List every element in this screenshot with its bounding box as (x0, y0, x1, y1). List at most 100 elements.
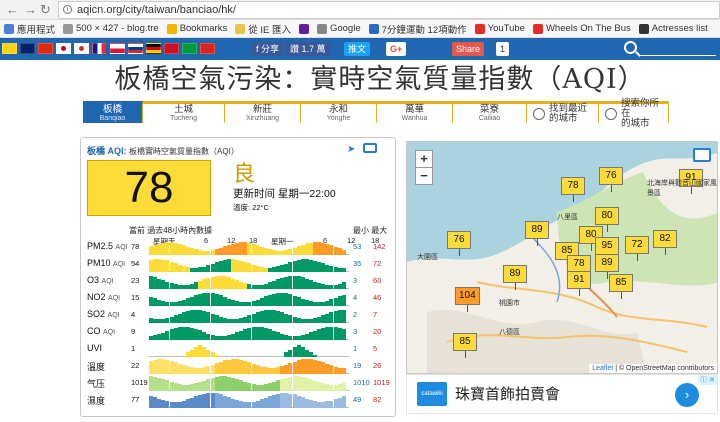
info-icon[interactable]: i (63, 5, 72, 14)
search-icon[interactable] (624, 41, 637, 54)
bookmark-label: Actresses list (651, 23, 708, 34)
tab-city[interactable]: 菜寮 Cailiao (453, 101, 527, 123)
tab-city[interactable]: 新莊 Xinzhuang (225, 101, 301, 123)
bookmark-item[interactable]: 7分鐘運動 12項動作 (368, 22, 467, 36)
tab-city-name: 永和 (328, 104, 348, 115)
pollutant-max: 5 (373, 344, 378, 353)
pollutant-graph[interactable] (149, 343, 349, 357)
bookmark-item[interactable]: YouTube (474, 23, 525, 34)
tab-search-city[interactable]: 搜索你所在 的城市 (599, 97, 669, 128)
aqi-marker[interactable]: 72 (625, 236, 649, 261)
pollutant-graph[interactable] (149, 393, 349, 408)
panel-city[interactable]: 板橋 (87, 146, 105, 156)
facebook-share-button[interactable]: f 分享 (252, 42, 284, 56)
bookmark-item[interactable]: Bookmarks (166, 23, 227, 34)
reload-icon[interactable]: ↻ (40, 2, 51, 18)
flag-icon[interactable] (74, 43, 89, 54)
flag-icon[interactable] (164, 43, 179, 54)
aqi-marker[interactable]: 85 (609, 274, 633, 299)
share-button[interactable]: Share (452, 42, 485, 56)
tab-city-name: 板橋 (102, 104, 122, 115)
aqi-marker[interactable]: 76 (447, 231, 471, 256)
aqi-marker[interactable]: 82 (653, 230, 677, 255)
zoom-in-button[interactable]: + (415, 150, 433, 168)
tweet-button[interactable]: 推文 (344, 42, 371, 56)
bookmark-label: Wheels On The Bus (545, 23, 631, 34)
pollutant-graph[interactable] (149, 376, 349, 391)
tab-city-sub: Xinzhuang (245, 115, 280, 122)
url-field[interactable]: i aqicn.org/city/taiwan/banciao/hk/ (58, 1, 720, 19)
aqi-marker[interactable]: 89 (525, 221, 549, 246)
pollutant-name: SO2 AQI (87, 309, 120, 319)
bookmark-item[interactable]: 500 × 427 - blog.tre (63, 23, 159, 34)
bookmark-item[interactable]: Actresses list (638, 23, 708, 34)
bookmark-label: 應用程式 (17, 24, 56, 36)
window-icon[interactable] (363, 143, 377, 153)
bookmark-item[interactable] (298, 23, 309, 34)
aqi-marker[interactable]: 95 (595, 237, 619, 262)
ad-banner[interactable]: catawiki 珠寶首飾拍賣會 › ⓘ ✕ (406, 374, 718, 414)
pollutant-graph[interactable] (149, 241, 349, 255)
ad-text[interactable]: 珠寶首飾拍賣會 (455, 383, 560, 404)
aqi-marker[interactable]: 104 (455, 287, 480, 312)
bookmark-label: 從 IE 匯入 (248, 24, 291, 36)
zoom-out-button[interactable]: − (415, 167, 433, 185)
bookmark-item[interactable]: 從 IE 匯入 (235, 22, 291, 36)
pollutant-graph[interactable] (149, 309, 349, 323)
aqi-marker[interactable]: 78 (561, 177, 585, 202)
pollutant-graph[interactable] (149, 292, 349, 306)
pollutant-min: 4 (353, 293, 358, 302)
aqi-marker[interactable]: 80 (595, 207, 619, 232)
flag-icon[interactable] (2, 43, 17, 54)
search-input[interactable] (640, 55, 716, 56)
aqi-marker[interactable]: 89 (595, 254, 619, 279)
ad-choices-icon[interactable]: ⓘ ✕ (698, 375, 717, 385)
flag-icon[interactable] (146, 43, 161, 54)
pollutant-min: 1 (353, 344, 358, 353)
graph-bar (341, 310, 346, 323)
aqi-map[interactable]: + − 78 76 91 80 76 89 85 80 95 82 72 78 89 89 91 85 104 8… (406, 141, 718, 374)
tab-city[interactable]: 土城 Tucheng (143, 101, 225, 123)
pollutant-graph[interactable] (149, 258, 349, 272)
flag-icon[interactable] (200, 43, 215, 54)
pollutant-max: 7 (373, 310, 378, 319)
flag-icon[interactable] (110, 43, 125, 54)
pollutant-name: PM10 AQI (87, 258, 125, 268)
share-icon[interactable]: ➤ (347, 144, 355, 155)
aqi-marker[interactable]: 89 (503, 265, 527, 290)
pollutant-graph[interactable] (149, 359, 349, 374)
pollutant-graph[interactable] (149, 326, 349, 340)
youtube-icon (532, 23, 543, 34)
tab-city[interactable]: 永和 Yonghe (301, 101, 377, 123)
bookmark-item[interactable]: Wheels On The Bus (532, 23, 631, 34)
flag-icon[interactable] (182, 43, 197, 54)
flag-icon[interactable] (20, 43, 35, 54)
layers-icon[interactable] (693, 148, 711, 162)
bookmark-item[interactable]: 應用程式 (4, 22, 55, 36)
page-icon (63, 23, 74, 34)
back-arrow-icon[interactable]: ← (6, 2, 19, 17)
tab-city-name: 萬華 (404, 104, 424, 115)
tab-search-city-line: 搜索你所在 (621, 97, 660, 119)
pollutant-unit: AQI (108, 295, 121, 302)
flag-icon[interactable] (92, 43, 107, 54)
aqi-marker[interactable]: 91 (567, 271, 591, 296)
tab-city[interactable]: 萬華 Wanhua (377, 101, 453, 123)
tab-city[interactable]: 板橋 Banqiao (83, 101, 143, 123)
flag-icon[interactable] (128, 43, 143, 54)
flag-icon[interactable] (38, 43, 53, 54)
aqi-marker[interactable]: 76 (599, 167, 623, 192)
flag-icon[interactable] (56, 43, 71, 54)
pollutant-graph[interactable] (149, 275, 349, 289)
aqi-marker[interactable]: 85 (453, 333, 477, 358)
map-place-label: 桃園市 (499, 300, 520, 307)
leaflet-link[interactable]: Leaflet (592, 365, 613, 372)
google-plus-button[interactable]: G+ (386, 42, 407, 56)
bookmark-item[interactable]: Google (316, 23, 361, 34)
facebook-like-button[interactable]: 讚 1.7 萬 (286, 42, 330, 56)
osm-attribution[interactable]: | © OpenStreetMap contributors (613, 365, 714, 372)
bookmark-label: 500 × 427 - blog.tre (76, 23, 159, 34)
forward-arrow-icon[interactable]: → (24, 2, 37, 17)
tab-nearest-city[interactable]: 找到最近 的城市 (527, 101, 599, 123)
chevron-right-icon[interactable]: › (675, 383, 699, 407)
